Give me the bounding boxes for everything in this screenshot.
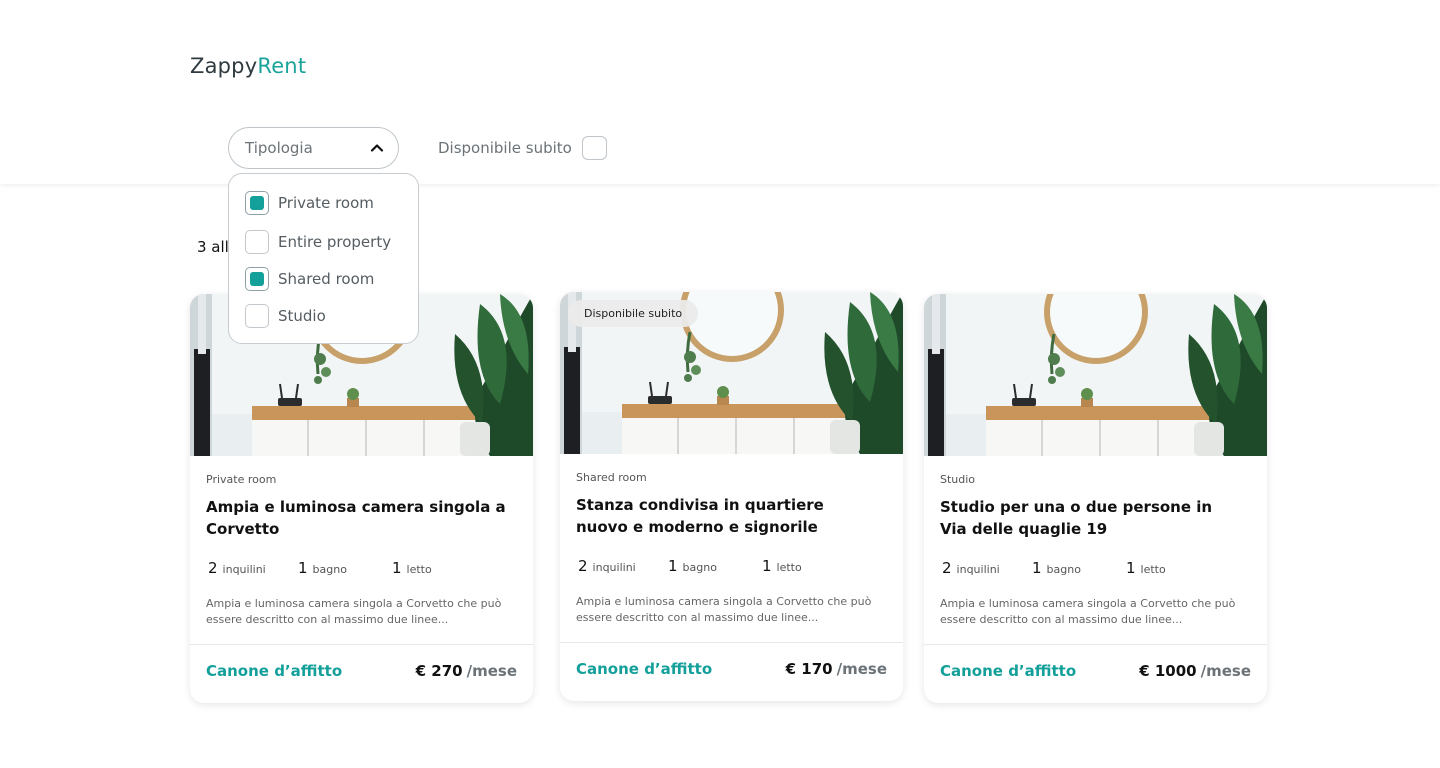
filter-header: ZappyRent Tipologia Disponibile subito	[0, 0, 1440, 184]
logo-text-accent: Rent	[257, 54, 307, 78]
bath-stat: 1 bagno	[1032, 559, 1081, 577]
bed-unit: letto	[406, 563, 432, 576]
tenants-unit: inquilini	[592, 561, 636, 574]
type-option-studio[interactable]: Studio	[245, 304, 326, 328]
bath-unit: bagno	[1046, 563, 1081, 576]
tenants-unit: inquilini	[956, 563, 1000, 576]
card-divider	[924, 644, 1267, 645]
logo-text-main: Zappy	[190, 54, 258, 78]
type-option-checkbox[interactable]	[245, 230, 269, 254]
tenants-count: 2	[942, 559, 952, 577]
type-filter-dropdown: Private room Entire property Shared room…	[228, 173, 419, 344]
listing-description: Ampia e luminosa camera singola a Corvet…	[206, 597, 502, 626]
listing-type: Private room	[206, 473, 277, 486]
listing-photo	[924, 294, 1267, 456]
listing-title[interactable]: Stanza condivisa in quartiere nuovo e mo…	[576, 494, 876, 538]
rent-label: Canone d’affitto	[206, 662, 343, 680]
type-option-label: Entire property	[278, 233, 392, 251]
bed-count: 1	[762, 557, 772, 575]
tenants-count: 2	[208, 559, 218, 577]
listing-stats: 2 inquilini 1 bagno 1 letto	[206, 559, 526, 581]
type-option-label: Private room	[278, 194, 374, 212]
bath-stat: 1 bagno	[668, 557, 717, 575]
tenants-count: 2	[578, 557, 588, 575]
rent-label: Canone d’affitto	[576, 660, 713, 678]
zappyrent-logo[interactable]: ZappyRent	[190, 54, 306, 78]
results-count: 3 all	[197, 238, 229, 256]
bed-stat: 1 letto	[392, 559, 432, 577]
price-period: /mese	[1200, 662, 1251, 680]
available-now-badge: Disponibile subito	[568, 300, 699, 327]
listing-card[interactable]: Private room Ampia e luminosa camera sin…	[190, 294, 533, 703]
listing-title[interactable]: Ampia e luminosa camera singola a Corvet…	[206, 496, 506, 540]
type-option-checkbox[interactable]	[245, 191, 269, 215]
price-value: € 1000	[1139, 662, 1197, 680]
listing-card[interactable]: Studio Studio per una o due persone in V…	[924, 294, 1267, 703]
price-period: /mese	[836, 660, 887, 678]
listing-description: Ampia e luminosa camera singola a Corvet…	[576, 595, 872, 624]
type-option-shared-room[interactable]: Shared room	[245, 267, 374, 291]
chevron-up-icon	[370, 144, 384, 152]
listing-price: € 170/mese	[786, 660, 887, 678]
listing-price: € 1000/mese	[1139, 662, 1251, 680]
bed-stat: 1 letto	[762, 557, 802, 575]
bath-unit: bagno	[312, 563, 347, 576]
bath-count: 1	[1032, 559, 1042, 577]
type-option-private-room[interactable]: Private room	[245, 191, 374, 215]
type-option-checkbox[interactable]	[245, 267, 269, 291]
listing-type: Studio	[940, 473, 976, 486]
price-period: /mese	[466, 662, 517, 680]
type-option-entire-property[interactable]: Entire property	[245, 230, 391, 254]
listing-title[interactable]: Studio per una o due persone in Via dell…	[940, 496, 1240, 540]
type-filter-placeholder: Tipologia	[245, 139, 313, 157]
card-divider	[560, 642, 903, 643]
bed-unit: letto	[776, 561, 802, 574]
listing-type: Shared room	[576, 471, 647, 484]
tenants-unit: inquilini	[222, 563, 266, 576]
tenants-stat: 2 inquilini	[942, 559, 1000, 577]
listing-stats: 2 inquilini 1 bagno 1 letto	[940, 559, 1260, 581]
price-value: € 270	[415, 662, 463, 680]
listing-price: € 270/mese	[416, 662, 517, 680]
card-divider	[190, 644, 533, 645]
type-option-label: Shared room	[278, 270, 375, 288]
rent-label: Canone d’affitto	[940, 662, 1077, 680]
listing-card[interactable]: Disponibile subito Shared room Stanza co…	[560, 292, 903, 701]
bath-stat: 1 bagno	[298, 559, 347, 577]
bath-unit: bagno	[682, 561, 717, 574]
type-option-label: Studio	[278, 307, 326, 325]
type-option-checkbox[interactable]	[245, 304, 269, 328]
tenants-stat: 2 inquilini	[578, 557, 636, 575]
bath-count: 1	[668, 557, 678, 575]
listing-stats: 2 inquilini 1 bagno 1 letto	[576, 557, 896, 579]
tenants-stat: 2 inquilini	[208, 559, 266, 577]
bed-stat: 1 letto	[1126, 559, 1166, 577]
available-now-label: Disponibile subito	[438, 139, 572, 157]
bed-unit: letto	[1140, 563, 1166, 576]
price-value: € 170	[785, 660, 833, 678]
available-now-checkbox[interactable]	[581, 136, 607, 160]
type-filter-select[interactable]: Tipologia	[228, 127, 399, 169]
bed-count: 1	[392, 559, 402, 577]
bath-count: 1	[298, 559, 308, 577]
bed-count: 1	[1126, 559, 1136, 577]
available-now-filter: Disponibile subito	[438, 136, 607, 160]
listing-description: Ampia e luminosa camera singola a Corvet…	[940, 597, 1236, 626]
